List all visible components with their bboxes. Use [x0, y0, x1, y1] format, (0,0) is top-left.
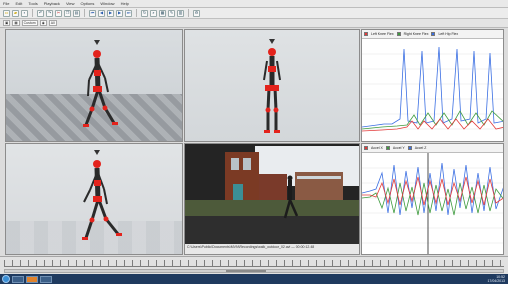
zoom-icon[interactable]: ⌕	[150, 9, 157, 17]
avatar-walking-side	[83, 40, 118, 127]
graph-plot-bottom	[362, 153, 503, 254]
graph-legend: Accel X Accel Y Accel Z	[362, 144, 503, 153]
avatar-walking-rear	[82, 150, 122, 240]
taskbar-clock: 10:52 17/04/2013	[487, 275, 505, 283]
os-taskbar: 10:52 17/04/2013	[0, 274, 508, 284]
legend-swatch	[396, 32, 401, 36]
settings-icon[interactable]: ⚙	[193, 9, 200, 17]
legend-swatch	[364, 32, 368, 36]
timeline-scrollbar[interactable]	[4, 269, 504, 273]
legend-label: Left Knee Flex	[371, 32, 394, 36]
legend-label: Accel X	[371, 146, 383, 150]
video-panel[interactable]: C:\Users\Public\Documents\MVN\Recordings…	[184, 143, 360, 255]
viewport-rear[interactable]	[5, 143, 183, 255]
secondary-toolbar: ▣ ▦ Custom ◉ All	[0, 19, 508, 28]
legend-swatch	[364, 146, 368, 150]
play-icon[interactable]: ▶	[107, 9, 114, 17]
timeline-scroll-thumb[interactable]	[225, 270, 266, 272]
clock-date: 17/04/2013	[487, 279, 505, 283]
video-caption: C:\Users\Public\Documents\MVN\Recordings…	[185, 244, 359, 254]
menu-file[interactable]: File	[3, 1, 9, 6]
main-toolbar: ▭ ▰ ▪ ↶ ↷ ✂ ❐ ▤ ⏮ ◀ ▶ ▶ ⏭ ↻ ⌕ ▦ ✎ ▥ ⚙	[0, 8, 508, 19]
legend-label: Left Hip Flex	[438, 32, 459, 36]
graph-panel-top[interactable]: Left Knee Flex Right Knee Flex Left Hip …	[361, 29, 504, 142]
toolbar-divider	[32, 9, 33, 17]
start-button-icon[interactable]	[2, 275, 10, 283]
legend-swatch	[407, 146, 412, 150]
loop-icon[interactable]: ↻	[141, 9, 148, 17]
view-mode-icon[interactable]: ▣	[3, 20, 11, 26]
taskbar-app-browser[interactable]	[40, 275, 52, 283]
taskbar-app-explorer[interactable]	[12, 275, 24, 283]
taskbar-app-mvn[interactable]	[26, 275, 38, 283]
menu-options[interactable]: Options	[81, 1, 95, 6]
menu-tools[interactable]: Tools	[28, 1, 37, 6]
camera-icon[interactable]: ◉	[39, 20, 47, 26]
menu-bar: File Edit Tools Playback View Options Wi…	[0, 0, 508, 8]
viewport-front[interactable]	[184, 29, 360, 142]
menu-view[interactable]: View	[66, 1, 75, 6]
legend-label: Accel Y	[392, 146, 405, 150]
toolbar-divider	[188, 9, 189, 17]
menu-playback[interactable]: Playback	[44, 1, 60, 6]
avatar-front	[263, 39, 281, 133]
legend-label: Accel Z	[414, 146, 427, 150]
open-icon[interactable]: ▰	[12, 9, 19, 17]
menu-help[interactable]: Help	[121, 1, 129, 6]
custom-field[interactable]: Custom	[21, 20, 38, 26]
timeline-baseline	[4, 266, 504, 267]
menu-window[interactable]: Window	[100, 1, 114, 6]
cut-icon[interactable]: ✂	[55, 9, 62, 17]
undo-icon[interactable]: ↶	[37, 9, 44, 17]
menu-edit[interactable]: Edit	[15, 1, 22, 6]
copy-icon[interactable]: ❐	[64, 9, 71, 17]
viewport-perspective[interactable]	[5, 29, 183, 142]
first-frame-icon[interactable]: ⏮	[89, 9, 96, 17]
next-frame-icon[interactable]: ▶	[116, 9, 123, 17]
legend-label: Right Knee Flex	[403, 32, 429, 36]
new-icon[interactable]: ▭	[3, 9, 10, 17]
pen-icon[interactable]: ✎	[168, 9, 175, 17]
video-frame	[185, 144, 359, 246]
toolbar-divider	[136, 9, 137, 17]
chart-icon[interactable]: ▥	[177, 9, 184, 17]
toolbar-divider	[84, 9, 85, 17]
graph-legend: Left Knee Flex Right Knee Flex Left Hip …	[362, 30, 503, 39]
timeline[interactable]	[0, 256, 508, 274]
layout-icon[interactable]: ▦	[12, 20, 20, 26]
paste-icon[interactable]: ▤	[73, 9, 80, 17]
redo-icon[interactable]: ↷	[46, 9, 53, 17]
legend-swatch	[385, 146, 390, 150]
legend-swatch	[431, 32, 436, 36]
save-icon[interactable]: ▪	[21, 9, 28, 17]
all-field[interactable]: All	[48, 20, 57, 26]
prev-frame-icon[interactable]: ◀	[98, 9, 105, 17]
grid-icon[interactable]: ▦	[159, 9, 166, 17]
last-frame-icon[interactable]: ⏭	[125, 9, 132, 17]
graph-panel-bottom[interactable]: Accel X Accel Y Accel Z	[361, 143, 504, 255]
graph-plot-top	[362, 46, 503, 132]
